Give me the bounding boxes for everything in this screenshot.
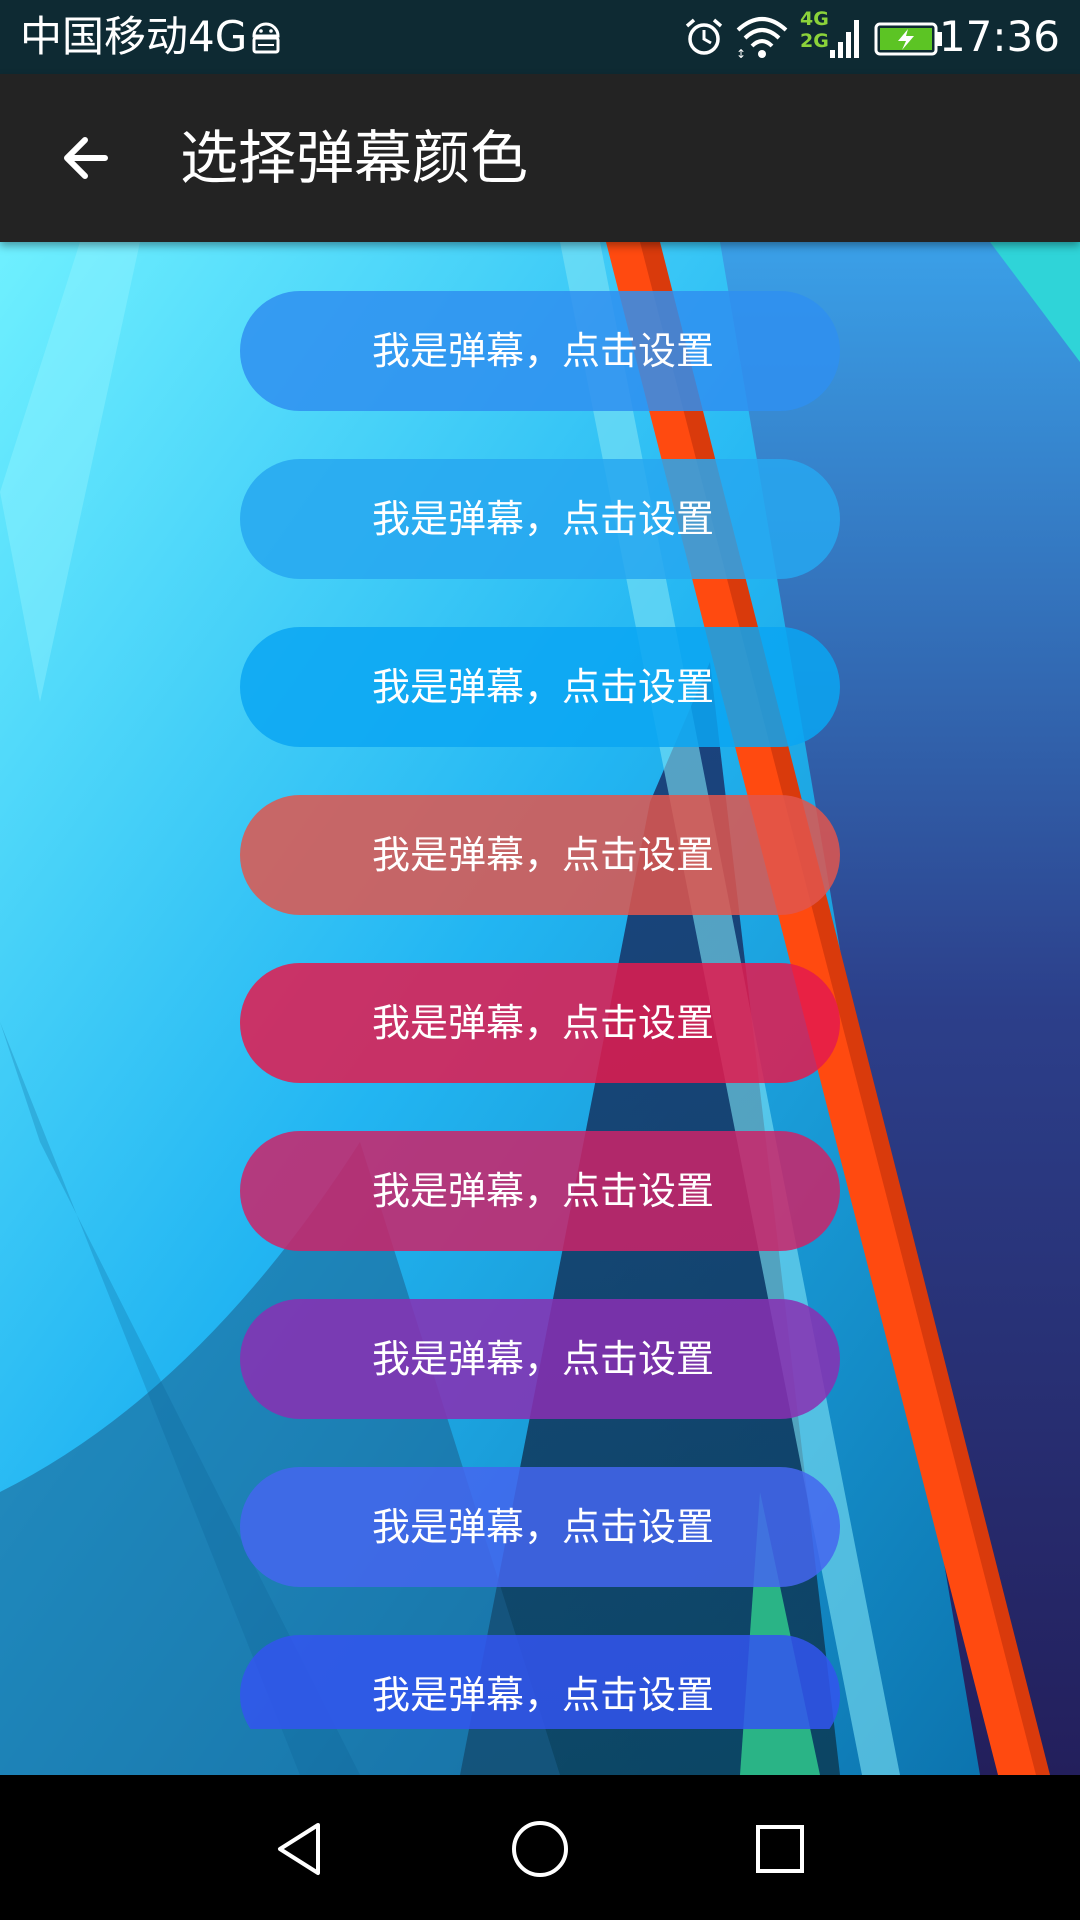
nav-recents-button[interactable] [730,1799,830,1899]
screen: 中国移动4G ↕ 4G 2G 17:36 选择弹幕颜色 我是弹幕，点击设置 我是… [0,0,1080,1920]
android-icon [252,22,280,54]
content-area: 我是弹幕，点击设置 我是弹幕，点击设置 我是弹幕，点击设置 我是弹幕，点击设置 … [0,242,1080,1775]
page-title: 选择弹幕颜色 [180,124,529,192]
svg-text:↕: ↕ [736,47,746,60]
color-button-list: 我是弹幕，点击设置 我是弹幕，点击设置 我是弹幕，点击设置 我是弹幕，点击设置 … [0,242,1080,1729]
signal-icon [830,20,859,58]
back-button[interactable] [40,118,130,198]
danmu-color-button-7[interactable]: 我是弹幕，点击设置 [240,1299,840,1419]
arrow-left-icon [64,137,108,179]
danmu-color-button-5[interactable]: 我是弹幕，点击设置 [240,963,840,1083]
nav-home-button[interactable] [490,1799,590,1899]
danmu-color-button-2[interactable]: 我是弹幕，点击设置 [240,459,840,579]
danmu-color-button-6[interactable]: 我是弹幕，点击设置 [240,1131,840,1251]
danmu-color-button-4[interactable]: 我是弹幕，点击设置 [240,795,840,915]
square-recents-icon [756,1825,804,1873]
danmu-color-button-9[interactable]: 我是弹幕，点击设置 [240,1635,840,1729]
danmu-color-button-8[interactable]: 我是弹幕，点击设置 [240,1467,840,1587]
app-bar: 选择弹幕颜色 [0,74,1080,242]
status-bar: 中国移动4G ↕ 4G 2G 17:36 [0,0,1080,74]
alarm-icon [685,18,723,55]
triangle-back-icon [278,1823,320,1875]
clock: 17:36 [938,12,1060,61]
danmu-color-button-3[interactable]: 我是弹幕，点击设置 [240,627,840,747]
battery-charging-icon [874,22,942,56]
carrier-label: 中国移动4G [20,12,248,61]
navigation-bar [0,1775,1080,1920]
wifi-icon: ↕ [736,17,788,60]
nav-back-button[interactable] [250,1799,350,1899]
circle-home-icon [512,1821,568,1877]
danmu-color-button-1[interactable]: 我是弹幕，点击设置 [240,291,840,411]
